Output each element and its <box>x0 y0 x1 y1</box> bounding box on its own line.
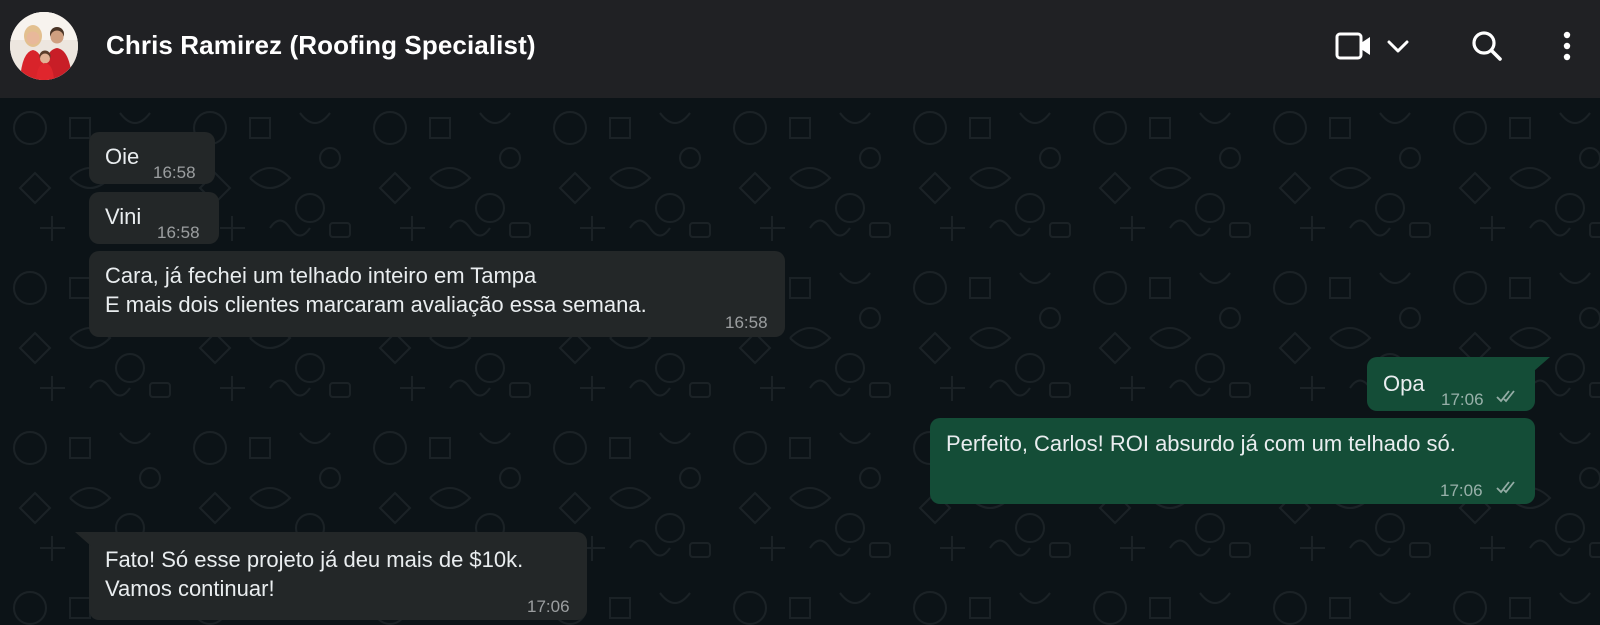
message-text: Perfeito, Carlos! ROI absurdo já com um … <box>946 431 1456 456</box>
message-time: 16:58 <box>153 163 196 182</box>
message-text-line: Cara, já fechei um telhado inteiro em Ta… <box>105 263 537 288</box>
message-time: 16:58 <box>725 313 768 332</box>
message-bubble-incoming[interactable]: Oie 16:58 <box>89 132 215 184</box>
chat-header: Chris Ramirez (Roofing Specialist) <box>0 0 1600 98</box>
avatar[interactable] <box>10 12 78 80</box>
video-call-icon <box>1335 32 1409 60</box>
video-call-button[interactable] <box>1335 26 1419 68</box>
message-time: 17:06 <box>1440 481 1483 500</box>
message-time: 16:58 <box>157 223 200 242</box>
message-text: Opa <box>1383 371 1425 396</box>
message-bubble-outgoing[interactable]: Opa 17:06 <box>1367 357 1535 411</box>
message-text-line: Vamos continuar! <box>105 576 275 601</box>
message-bubble-incoming[interactable]: Vini 16:58 <box>89 192 219 244</box>
read-receipt-icon <box>1496 390 1515 403</box>
search-button[interactable] <box>1466 26 1510 68</box>
more-options-icon <box>1563 31 1571 61</box>
read-receipt-icon <box>1496 481 1515 494</box>
search-icon <box>1472 31 1502 61</box>
message-time: 17:06 <box>527 597 570 616</box>
message-bubble-incoming[interactable]: Fato! Só esse projeto já deu mais de $10… <box>89 532 587 620</box>
more-options-button[interactable] <box>1552 26 1582 68</box>
contact-name[interactable]: Chris Ramirez (Roofing Specialist) <box>106 30 536 61</box>
chevron-down-icon <box>1387 40 1409 53</box>
message-text: Vini <box>105 204 142 229</box>
bubble-tail <box>75 532 91 546</box>
chat-window: Chris Ramirez (Roofing Specialist) Oie 1… <box>0 0 1600 625</box>
message-text-line: E mais dois clientes marcaram avaliação … <box>105 292 647 317</box>
message-time: 17:06 <box>1441 390 1484 409</box>
message-text: Oie <box>105 144 140 169</box>
avatar-photo <box>10 12 78 80</box>
message-bubble-outgoing[interactable]: Perfeito, Carlos! ROI absurdo já com um … <box>930 418 1535 504</box>
message-bubble-incoming[interactable]: Cara, já fechei um telhado inteiro em Ta… <box>89 251 785 337</box>
message-list[interactable]: Oie 16:58 Vini 16:58 Cara, já fechei um … <box>0 98 1600 625</box>
bubble-tail <box>1534 357 1550 371</box>
message-text-line: Fato! Só esse projeto já deu mais de $10… <box>105 547 524 572</box>
